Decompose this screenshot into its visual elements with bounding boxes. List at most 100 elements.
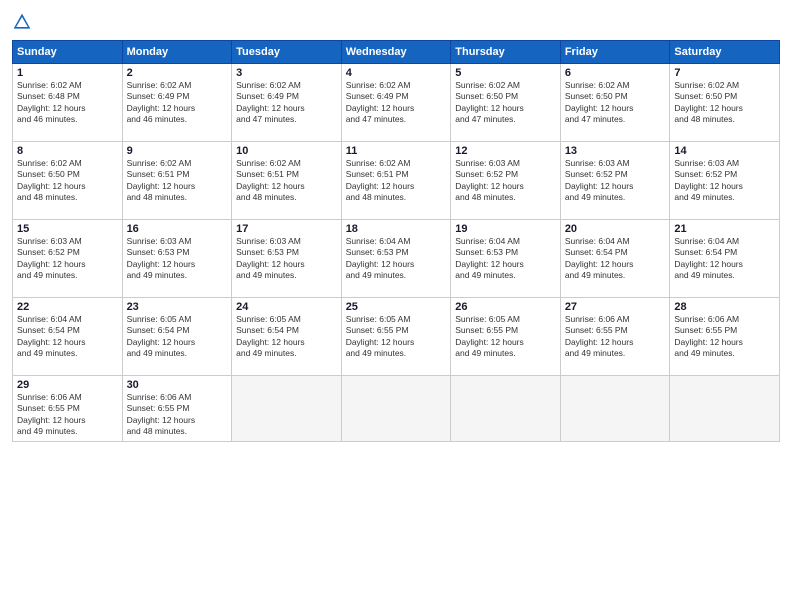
day-info: Sunrise: 6:02 AMSunset: 6:49 PMDaylight:… (236, 80, 337, 126)
week-row: 22 Sunrise: 6:04 AMSunset: 6:54 PMDaylig… (13, 298, 780, 376)
day-number: 25 (346, 301, 447, 313)
day-info: Sunrise: 6:02 AMSunset: 6:51 PMDaylight:… (127, 158, 228, 204)
calendar-cell: 12 Sunrise: 6:03 AMSunset: 6:52 PMDaylig… (451, 142, 561, 220)
header-row: SundayMondayTuesdayWednesdayThursdayFrid… (13, 41, 780, 64)
day-number: 15 (17, 223, 118, 235)
day-number: 29 (17, 379, 118, 391)
day-number: 2 (127, 67, 228, 79)
day-info: Sunrise: 6:03 AMSunset: 6:53 PMDaylight:… (236, 236, 337, 282)
day-info: Sunrise: 6:05 AMSunset: 6:55 PMDaylight:… (346, 314, 447, 360)
day-info: Sunrise: 6:02 AMSunset: 6:50 PMDaylight:… (455, 80, 556, 126)
day-header: Thursday (451, 41, 561, 64)
day-number: 6 (565, 67, 666, 79)
day-info: Sunrise: 6:02 AMSunset: 6:49 PMDaylight:… (127, 80, 228, 126)
day-info: Sunrise: 6:05 AMSunset: 6:54 PMDaylight:… (127, 314, 228, 360)
day-number: 23 (127, 301, 228, 313)
day-info: Sunrise: 6:05 AMSunset: 6:54 PMDaylight:… (236, 314, 337, 360)
day-info: Sunrise: 6:04 AMSunset: 6:53 PMDaylight:… (346, 236, 447, 282)
day-number: 13 (565, 145, 666, 157)
day-info: Sunrise: 6:06 AMSunset: 6:55 PMDaylight:… (674, 314, 775, 360)
day-number: 21 (674, 223, 775, 235)
day-number: 19 (455, 223, 556, 235)
calendar-cell: 11 Sunrise: 6:02 AMSunset: 6:51 PMDaylig… (341, 142, 451, 220)
calendar-cell: 8 Sunrise: 6:02 AMSunset: 6:50 PMDayligh… (13, 142, 123, 220)
day-info: Sunrise: 6:02 AMSunset: 6:50 PMDaylight:… (565, 80, 666, 126)
day-header: Saturday (670, 41, 780, 64)
day-info: Sunrise: 6:04 AMSunset: 6:53 PMDaylight:… (455, 236, 556, 282)
day-info: Sunrise: 6:02 AMSunset: 6:50 PMDaylight:… (674, 80, 775, 126)
day-number: 9 (127, 145, 228, 157)
day-number: 4 (346, 67, 447, 79)
calendar-cell: 4 Sunrise: 6:02 AMSunset: 6:49 PMDayligh… (341, 64, 451, 142)
calendar-cell: 18 Sunrise: 6:04 AMSunset: 6:53 PMDaylig… (341, 220, 451, 298)
week-row: 8 Sunrise: 6:02 AMSunset: 6:50 PMDayligh… (13, 142, 780, 220)
day-number: 12 (455, 145, 556, 157)
day-info: Sunrise: 6:04 AMSunset: 6:54 PMDaylight:… (565, 236, 666, 282)
calendar-cell (670, 376, 780, 442)
calendar-cell: 7 Sunrise: 6:02 AMSunset: 6:50 PMDayligh… (670, 64, 780, 142)
week-row: 1 Sunrise: 6:02 AMSunset: 6:48 PMDayligh… (13, 64, 780, 142)
calendar-cell: 3 Sunrise: 6:02 AMSunset: 6:49 PMDayligh… (232, 64, 342, 142)
day-number: 28 (674, 301, 775, 313)
day-number: 3 (236, 67, 337, 79)
week-row: 15 Sunrise: 6:03 AMSunset: 6:52 PMDaylig… (13, 220, 780, 298)
day-number: 10 (236, 145, 337, 157)
calendar-cell: 13 Sunrise: 6:03 AMSunset: 6:52 PMDaylig… (560, 142, 670, 220)
day-number: 11 (346, 145, 447, 157)
calendar-cell: 6 Sunrise: 6:02 AMSunset: 6:50 PMDayligh… (560, 64, 670, 142)
day-info: Sunrise: 6:02 AMSunset: 6:48 PMDaylight:… (17, 80, 118, 126)
page: SundayMondayTuesdayWednesdayThursdayFrid… (0, 0, 792, 612)
calendar-body: 1 Sunrise: 6:02 AMSunset: 6:48 PMDayligh… (13, 64, 780, 442)
day-number: 8 (17, 145, 118, 157)
day-info: Sunrise: 6:03 AMSunset: 6:52 PMDaylight:… (565, 158, 666, 204)
logo (12, 12, 36, 32)
day-number: 18 (346, 223, 447, 235)
day-info: Sunrise: 6:06 AMSunset: 6:55 PMDaylight:… (17, 392, 118, 438)
day-number: 30 (127, 379, 228, 391)
calendar-cell: 1 Sunrise: 6:02 AMSunset: 6:48 PMDayligh… (13, 64, 123, 142)
day-number: 5 (455, 67, 556, 79)
day-header: Sunday (13, 41, 123, 64)
calendar-cell: 22 Sunrise: 6:04 AMSunset: 6:54 PMDaylig… (13, 298, 123, 376)
calendar-cell: 2 Sunrise: 6:02 AMSunset: 6:49 PMDayligh… (122, 64, 232, 142)
calendar-cell: 28 Sunrise: 6:06 AMSunset: 6:55 PMDaylig… (670, 298, 780, 376)
calendar-cell: 24 Sunrise: 6:05 AMSunset: 6:54 PMDaylig… (232, 298, 342, 376)
header (12, 12, 780, 32)
calendar-cell: 29 Sunrise: 6:06 AMSunset: 6:55 PMDaylig… (13, 376, 123, 442)
calendar-cell: 21 Sunrise: 6:04 AMSunset: 6:54 PMDaylig… (670, 220, 780, 298)
calendar-cell: 25 Sunrise: 6:05 AMSunset: 6:55 PMDaylig… (341, 298, 451, 376)
day-info: Sunrise: 6:04 AMSunset: 6:54 PMDaylight:… (17, 314, 118, 360)
calendar-cell: 10 Sunrise: 6:02 AMSunset: 6:51 PMDaylig… (232, 142, 342, 220)
calendar-cell: 27 Sunrise: 6:06 AMSunset: 6:55 PMDaylig… (560, 298, 670, 376)
day-header: Tuesday (232, 41, 342, 64)
calendar: SundayMondayTuesdayWednesdayThursdayFrid… (12, 40, 780, 442)
calendar-cell: 26 Sunrise: 6:05 AMSunset: 6:55 PMDaylig… (451, 298, 561, 376)
calendar-cell: 19 Sunrise: 6:04 AMSunset: 6:53 PMDaylig… (451, 220, 561, 298)
calendar-cell: 30 Sunrise: 6:06 AMSunset: 6:55 PMDaylig… (122, 376, 232, 442)
day-info: Sunrise: 6:05 AMSunset: 6:55 PMDaylight:… (455, 314, 556, 360)
calendar-cell (451, 376, 561, 442)
day-info: Sunrise: 6:04 AMSunset: 6:54 PMDaylight:… (674, 236, 775, 282)
day-info: Sunrise: 6:03 AMSunset: 6:52 PMDaylight:… (674, 158, 775, 204)
day-header: Monday (122, 41, 232, 64)
day-info: Sunrise: 6:06 AMSunset: 6:55 PMDaylight:… (127, 392, 228, 438)
day-info: Sunrise: 6:03 AMSunset: 6:52 PMDaylight:… (455, 158, 556, 204)
week-row: 29 Sunrise: 6:06 AMSunset: 6:55 PMDaylig… (13, 376, 780, 442)
day-number: 17 (236, 223, 337, 235)
calendar-cell: 20 Sunrise: 6:04 AMSunset: 6:54 PMDaylig… (560, 220, 670, 298)
calendar-cell (232, 376, 342, 442)
calendar-cell: 16 Sunrise: 6:03 AMSunset: 6:53 PMDaylig… (122, 220, 232, 298)
day-info: Sunrise: 6:02 AMSunset: 6:51 PMDaylight:… (236, 158, 337, 204)
day-info: Sunrise: 6:03 AMSunset: 6:52 PMDaylight:… (17, 236, 118, 282)
day-number: 26 (455, 301, 556, 313)
day-number: 27 (565, 301, 666, 313)
day-info: Sunrise: 6:02 AMSunset: 6:50 PMDaylight:… (17, 158, 118, 204)
calendar-cell: 14 Sunrise: 6:03 AMSunset: 6:52 PMDaylig… (670, 142, 780, 220)
day-info: Sunrise: 6:06 AMSunset: 6:55 PMDaylight:… (565, 314, 666, 360)
day-number: 1 (17, 67, 118, 79)
day-number: 7 (674, 67, 775, 79)
day-info: Sunrise: 6:02 AMSunset: 6:51 PMDaylight:… (346, 158, 447, 204)
day-number: 24 (236, 301, 337, 313)
day-header: Wednesday (341, 41, 451, 64)
day-number: 20 (565, 223, 666, 235)
